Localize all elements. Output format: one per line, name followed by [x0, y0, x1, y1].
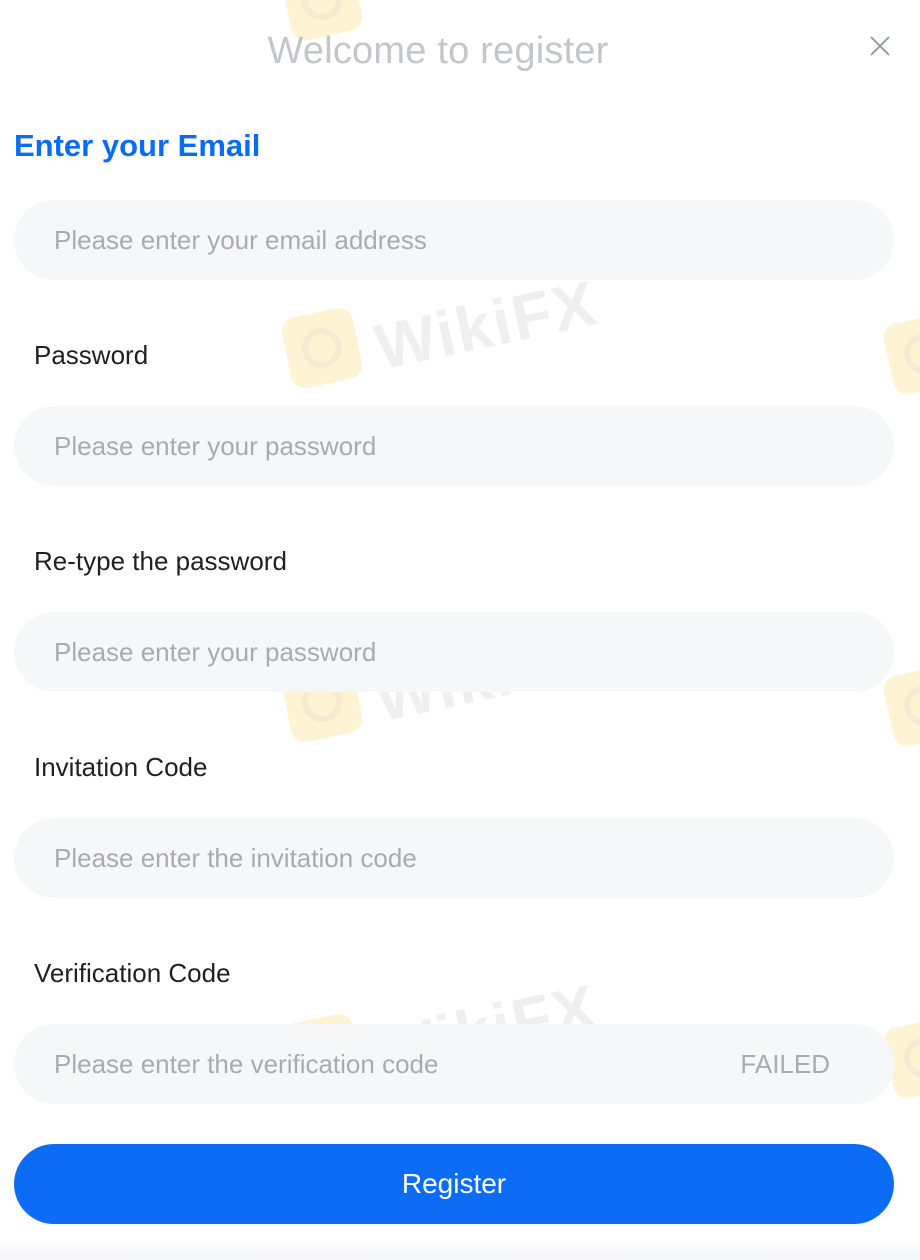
- modal-title: Welcome to register: [267, 30, 609, 72]
- watermark-emblem-icon: [881, 663, 920, 749]
- watermark-emblem-icon: [279, 305, 365, 391]
- retype-password-field-container: [14, 612, 894, 692]
- register-button[interactable]: Register: [14, 1144, 894, 1224]
- close-button[interactable]: [866, 32, 894, 60]
- retype-password-input[interactable]: [54, 612, 874, 692]
- email-input[interactable]: [54, 200, 874, 280]
- close-icon: [870, 36, 890, 56]
- password-field-container: [14, 406, 894, 486]
- verification-code-field-container: FAILED: [14, 1024, 894, 1104]
- password-input[interactable]: [54, 406, 874, 486]
- watermark-emblem-icon: [881, 311, 920, 397]
- invitation-code-input[interactable]: [54, 818, 874, 898]
- send-code-button[interactable]: FAILED: [740, 1024, 830, 1104]
- password-label: Password: [34, 340, 149, 370]
- bottom-edge: [0, 1238, 920, 1260]
- invitation-code-label: Invitation Code: [34, 752, 208, 782]
- section-title-email: Enter your Email: [14, 128, 261, 163]
- register-modal: WikiFX WikiFX WikiFX Welcome to register…: [0, 0, 920, 1260]
- email-field-container: [14, 200, 894, 280]
- verification-code-input[interactable]: [54, 1024, 694, 1104]
- watermark-text: WikiFX: [368, 266, 604, 384]
- verification-code-label: Verification Code: [34, 958, 231, 988]
- retype-password-label: Re-type the password: [34, 546, 287, 576]
- invitation-code-field-container: [14, 818, 894, 898]
